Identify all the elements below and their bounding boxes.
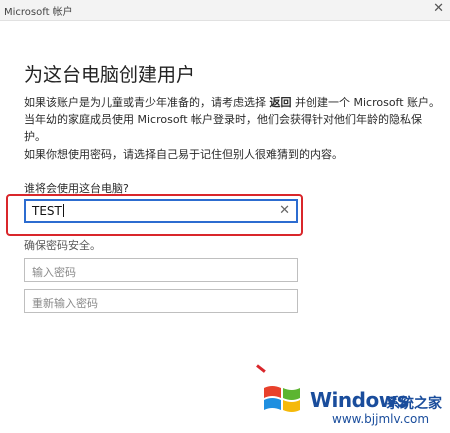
title-bar: Microsoft 帐户 ✕ [0,0,450,21]
close-icon[interactable]: ✕ [433,1,444,17]
info-text-start: 如果该账户是为儿童或青少年准备的，请考虑选择 [24,96,270,109]
password-placeholder: 输入密码 [32,266,76,279]
text-caret [62,204,64,217]
page-title: 为这台电脑创建用户 [24,64,196,86]
username-value: TEST [32,204,64,218]
clear-icon[interactable]: ✕ [279,202,290,220]
windows-logo-icon [264,386,300,412]
window-title: Microsoft 帐户 [4,7,73,18]
password-advice: 如果你想使用密码，请选择自己易于记住但别人很难猜到的内容。 [24,148,343,161]
watermark-url: www.bjjmlv.com [332,412,430,426]
back-keyword: 返回 [269,96,292,109]
password-input[interactable]: 输入密码 [24,258,298,282]
confirm-password-placeholder: 重新输入密码 [32,297,98,310]
watermark-cn: 系统之家 [386,396,442,412]
child-account-info: 如果该账户是为儿童或青少年准备的，请考虑选择 返回 并创建一个 Microsof… [24,94,444,145]
username-input[interactable]: TEST ✕ [24,199,298,223]
username-text: TEST [32,204,62,218]
annotation-arrow [256,364,266,373]
password-section-label: 确保密码安全。 [24,239,101,252]
confirm-password-input[interactable]: 重新输入密码 [24,289,298,313]
